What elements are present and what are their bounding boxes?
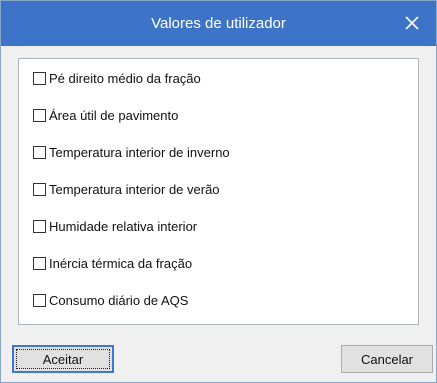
option-label: Consumo diário de AQS (49, 292, 189, 308)
option-temp-inverno[interactable]: Temperatura interior de inverno (33, 142, 230, 162)
checkbox[interactable] (33, 182, 46, 196)
option-label: Pé direito médio da fração (49, 70, 201, 86)
option-pe-direito[interactable]: Pé direito médio da fração (33, 68, 201, 88)
checkbox[interactable] (33, 108, 46, 122)
option-label: Temperatura interior de verão (49, 181, 220, 197)
close-button[interactable] (398, 9, 426, 37)
cancel-button[interactable]: Cancelar (341, 345, 433, 373)
checkbox[interactable] (33, 219, 46, 233)
close-icon (405, 16, 419, 30)
option-label: Humidade relativa interior (49, 218, 198, 234)
option-label: Área útil de pavimento (49, 107, 179, 123)
option-inercia[interactable]: Inércia térmica da fração (33, 253, 192, 273)
option-label: Temperatura interior de inverno (49, 144, 230, 160)
checkbox[interactable] (33, 145, 46, 159)
option-consumo-aqs[interactable]: Consumo diário de AQS (33, 290, 188, 310)
options-list: Pé direito médio da fração Área útil de … (18, 58, 419, 325)
user-values-dialog: Valores de utilizador Pé direito médio d… (0, 0, 437, 383)
option-label: Inércia térmica da fração (49, 255, 193, 271)
option-humidade[interactable]: Humidade relativa interior (33, 216, 197, 236)
dialog-title: Valores de utilizador (151, 15, 286, 32)
checkbox[interactable] (33, 256, 46, 270)
checkbox[interactable] (33, 71, 46, 85)
accept-button[interactable]: Aceitar (12, 345, 114, 373)
option-area-util[interactable]: Área útil de pavimento (33, 105, 178, 125)
title-bar: Valores de utilizador (1, 1, 436, 46)
option-temp-verao[interactable]: Temperatura interior de verão (33, 179, 220, 199)
checkbox[interactable] (33, 293, 46, 307)
